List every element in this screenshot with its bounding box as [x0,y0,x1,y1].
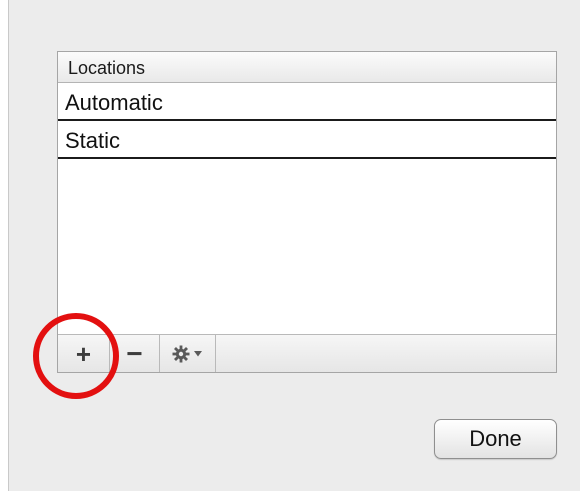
minus-icon: − [126,337,143,369]
plus-icon: + [75,338,92,369]
location-label: Static [65,128,121,153]
locations-table-header: Locations [58,52,556,83]
location-label: Automatic [65,90,163,115]
locations-column-title: Locations [68,58,146,78]
add-location-button[interactable]: + [58,335,110,372]
gear-icon [172,345,202,362]
location-row-automatic[interactable]: Automatic [58,83,556,121]
action-menu-button[interactable] [160,335,216,372]
table-toolbar: + − [58,334,556,372]
triangle-down-icon [193,350,202,356]
locations-sheet: Locations Automatic Static + − Done [8,0,580,491]
location-row-static[interactable]: Static [58,121,556,159]
locations-table: Locations Automatic Static + − [57,51,557,373]
remove-location-button[interactable]: − [110,335,160,372]
done-button[interactable]: Done [434,419,557,459]
